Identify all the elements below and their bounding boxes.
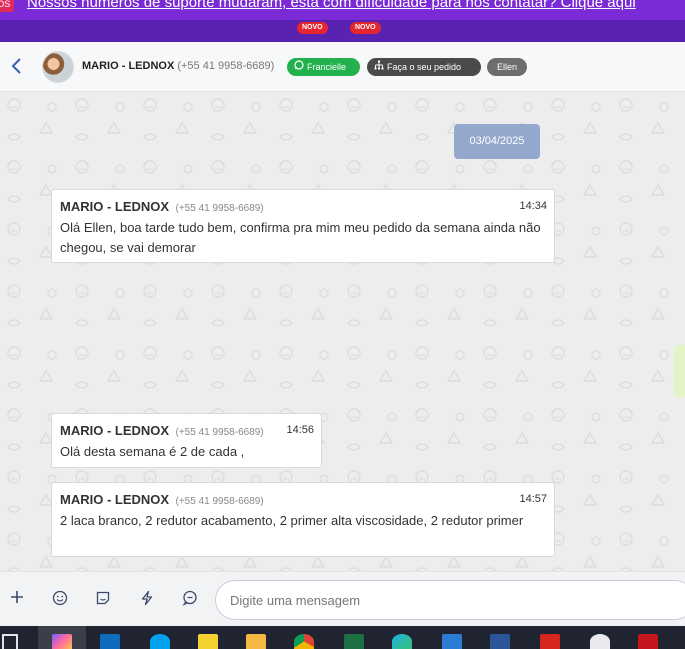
sitemap-icon — [373, 58, 385, 76]
message-text: 2 laca branco, 2 redutor acabamento, 2 p… — [60, 513, 524, 528]
whatsapp-icon — [293, 58, 305, 76]
outlook-icon[interactable] — [100, 634, 120, 649]
sticky-notes-icon[interactable] — [198, 634, 218, 649]
avatar[interactable] — [42, 51, 74, 83]
messages-area[interactable]: 03/04/2025 MARIO - LEDNOX (+55 41 9958-6… — [0, 93, 685, 571]
message-text: Olá desta semana é 2 de cada , — [60, 444, 245, 459]
file-explorer-icon[interactable] — [246, 634, 266, 649]
outgoing-message-edge — [674, 345, 685, 397]
date-separator: 03/04/2025 — [454, 124, 540, 159]
message-sender-phone: (+55 41 9958-6689) — [175, 203, 264, 214]
tag-francielle[interactable]: Francielle — [287, 58, 360, 76]
contact-name: MARIO - LEDNOX — [82, 60, 175, 72]
contact-title[interactable]: MARIO - LEDNOX (+55 41 9958-6689) — [82, 60, 274, 72]
tag-ellen[interactable]: Ellen — [487, 58, 527, 76]
emoji-icon[interactable] — [51, 590, 69, 608]
message-sender: MARIO - LEDNOX — [60, 199, 170, 214]
message-sender: MARIO - LEDNOX — [60, 492, 170, 507]
chat-bubble-icon[interactable] — [181, 590, 199, 608]
announcement-banner[interactable]: DS Nossos números de suporte mudaram, es… — [0, 0, 685, 20]
message-text: Olá Ellen, boa tarde tudo bem, confirma … — [60, 220, 541, 255]
message-bubble[interactable]: MARIO - LEDNOX (+55 41 9958-6689) 14:56 … — [51, 413, 322, 468]
new-badge: NOVO — [297, 22, 328, 34]
message-time: 14:56 — [286, 424, 314, 436]
acrobat-icon[interactable] — [540, 634, 560, 649]
skype-icon[interactable] — [150, 634, 170, 649]
message-bubble[interactable]: MARIO - LEDNOX (+55 41 9958-6689) 14:34 … — [51, 189, 555, 263]
nav-strip: NOVO NOVO — [0, 20, 685, 42]
contact-phone: (+55 41 9958-6689) — [177, 60, 275, 72]
message-sender: MARIO - LEDNOX — [60, 423, 170, 438]
plus-icon[interactable] — [8, 590, 26, 608]
lightning-icon[interactable] — [138, 590, 156, 608]
tag-label: Francielle — [307, 62, 347, 72]
sticker-icon[interactable] — [94, 590, 112, 608]
word-icon[interactable] — [490, 634, 510, 649]
message-sender-phone: (+55 41 9958-6689) — [175, 427, 264, 438]
message-time: 14:57 — [519, 493, 547, 505]
back-button[interactable] — [10, 56, 26, 78]
outlook-calendar-icon[interactable] — [442, 634, 462, 649]
acrobat-reader-icon[interactable] — [638, 634, 658, 649]
message-bubble[interactable]: MARIO - LEDNOX (+55 41 9958-6689) 14:57 … — [51, 482, 555, 557]
composer-bar — [0, 571, 685, 626]
message-sender-phone: (+55 41 9958-6689) — [175, 496, 264, 507]
copilot-icon[interactable] — [52, 634, 72, 649]
chevron-left-icon — [11, 58, 21, 74]
message-time: 14:34 — [519, 200, 547, 212]
message-input[interactable] — [215, 580, 685, 620]
new-badge: NOVO — [350, 22, 381, 34]
edge-icon[interactable] — [392, 634, 412, 649]
banner-logo-icon: DS — [0, 0, 14, 12]
banner-link[interactable]: Nossos números de suporte mudaram, está … — [27, 0, 636, 11]
chrome-icon[interactable] — [294, 634, 314, 649]
tag-label: Faça o seu pedido — [387, 62, 462, 72]
chat-header: MARIO - LEDNOX (+55 41 9958-6689) Franci… — [0, 42, 685, 92]
tag-faca-o-seu-pedido[interactable]: Faça o seu pedido — [367, 58, 481, 76]
os-taskbar — [0, 626, 685, 649]
snipping-tool-icon[interactable] — [590, 634, 610, 649]
task-view-icon[interactable] — [2, 634, 18, 649]
excel-icon[interactable] — [344, 634, 364, 649]
